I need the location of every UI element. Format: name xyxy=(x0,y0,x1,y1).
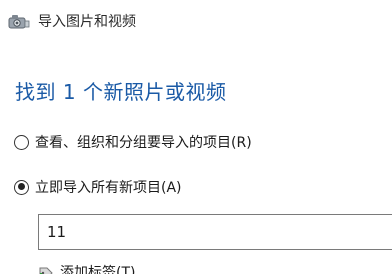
option-review-organize[interactable]: 查看、组织和分组要导入的项目(R) xyxy=(14,132,252,152)
option-review-organize-label[interactable]: 查看、组织和分组要导入的项目(R) xyxy=(35,132,252,152)
title-bar: 导入图片和视频 xyxy=(8,10,136,32)
found-items-heading: 找到 1 个新照片或视频 xyxy=(15,80,227,104)
window-title: 导入图片和视频 xyxy=(38,14,136,30)
add-tags-label[interactable]: 添加标签(T) xyxy=(60,262,135,274)
option-import-all[interactable]: 立即导入所有新项目(A) xyxy=(14,177,182,197)
option-import-all-label[interactable]: 立即导入所有新项目(A) xyxy=(35,177,182,197)
import-dialog: 导入图片和视频 找到 1 个新照片或视频 查看、组织和分组要导入的项目(R) 立… xyxy=(0,0,392,274)
tag-name-input[interactable] xyxy=(38,214,392,250)
add-tags-link[interactable]: 添加标签(T) xyxy=(38,262,135,274)
radio-import-all[interactable] xyxy=(14,179,29,195)
import-camera-icon xyxy=(8,12,30,30)
radio-review-organize[interactable] xyxy=(14,134,29,150)
add-tag-icon xyxy=(38,265,54,274)
